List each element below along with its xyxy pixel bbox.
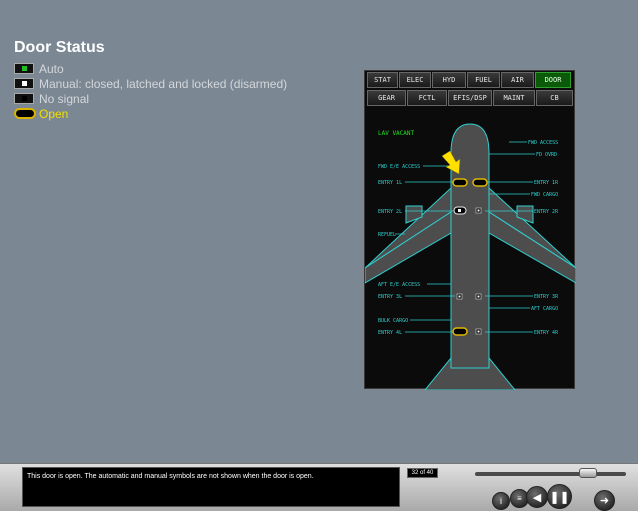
page-button-elec[interactable]: ELEC <box>399 72 431 88</box>
ecam-page-row-2: GEAR FCTL EFIS/DSP MAINT CB <box>367 90 574 106</box>
page-counter: 32 of 40 <box>407 468 438 478</box>
label-entry-3r: ENTRY 3R <box>534 294 559 300</box>
page-button-efis-dsp[interactable]: EFIS/DSP <box>448 90 492 106</box>
caption-text: This door is open. The automatic and man… <box>22 467 400 507</box>
label-refuel: REFUEL <box>378 232 396 238</box>
aircraft-door-synoptic: LAV VACANT FWD ACCESS FD OVRD FWD E/E AC… <box>365 123 576 390</box>
label-entry-2l: ENTRY 2L <box>378 209 402 215</box>
door-entry-4l-open[interactable] <box>452 327 468 336</box>
legend-item-manual: Manual: closed, latched and locked (disa… <box>14 77 314 92</box>
page-button-stat[interactable]: STAT <box>367 72 398 88</box>
label-fwd-cargo: FWD CARGO <box>531 192 558 198</box>
back-icon[interactable]: ◀ <box>526 486 548 508</box>
legend-item-auto: Auto <box>14 62 314 77</box>
label-bulk-cargo: BULK CARGO <box>378 318 408 324</box>
label-fwd-access: FWD ACCESS <box>528 140 558 146</box>
page-button-door[interactable]: DOOR <box>535 72 571 88</box>
label-entry-1l: ENTRY 1L <box>378 180 402 186</box>
page-button-hyd[interactable]: HYD <box>432 72 466 88</box>
page-button-fuel[interactable]: FUEL <box>467 72 500 88</box>
legend-item-no-signal: No signal <box>14 92 314 107</box>
page-button-fctl[interactable]: FCTL <box>407 90 447 106</box>
door-entry-1l-open[interactable] <box>452 178 468 187</box>
legend-label-auto: Auto <box>39 62 64 76</box>
door-status-legend: Auto Manual: closed, latched and locked … <box>14 62 314 122</box>
page-button-gear[interactable]: GEAR <box>367 90 406 106</box>
ecam-door-panel: STAT ELEC HYD FUEL AIR DOOR GEAR FCTL EF… <box>364 70 576 390</box>
page-button-air[interactable]: AIR <box>501 72 534 88</box>
auto-symbol-icon <box>14 63 34 74</box>
page-button-maint[interactable]: MAINT <box>493 90 535 106</box>
label-entry-3l: ENTRY 3L <box>378 294 402 300</box>
ecam-page-row-1: STAT ELEC HYD FUEL AIR DOOR <box>367 72 572 88</box>
label-fwd-ee-access: FWD E/E ACCESS <box>378 164 420 170</box>
page-button-cb[interactable]: CB <box>536 90 573 106</box>
no-signal-symbol-icon <box>14 93 34 104</box>
manual-symbol-icon <box>14 78 34 89</box>
progress-slider-thumb[interactable] <box>579 468 598 478</box>
progress-slider-track[interactable] <box>475 472 626 476</box>
legend-item-open: Open <box>14 107 314 122</box>
forward-icon[interactable]: ➜ <box>594 490 615 511</box>
legend-label-manual: Manual: closed, latched and locked (disa… <box>39 77 288 91</box>
door-entry-2l-manual-symbol <box>458 209 461 212</box>
lav-vacant-label: LAV VACANT <box>378 130 415 137</box>
label-aft-cargo: AFT CARGO <box>531 306 558 312</box>
label-aft-ee-access: AFT E/E ACCESS <box>378 282 420 288</box>
label-entry-2r: ENTRY 2R <box>534 209 559 215</box>
label-entry-4l: ENTRY 4L <box>378 330 402 336</box>
page-title: Door Status <box>14 39 105 56</box>
door-entry-1r-open[interactable] <box>472 178 488 187</box>
legend-label-no-signal: No signal <box>39 92 90 106</box>
legend-label-open: Open <box>39 107 69 121</box>
pause-icon[interactable]: ❚❚ <box>547 484 572 509</box>
label-fd-ovrd: FD OVRD <box>536 152 557 158</box>
info-icon[interactable]: i <box>492 492 510 510</box>
label-entry-4r: ENTRY 4R <box>534 330 559 336</box>
open-door-symbol-icon <box>14 108 36 119</box>
label-entry-1r: ENTRY 1R <box>534 180 559 186</box>
